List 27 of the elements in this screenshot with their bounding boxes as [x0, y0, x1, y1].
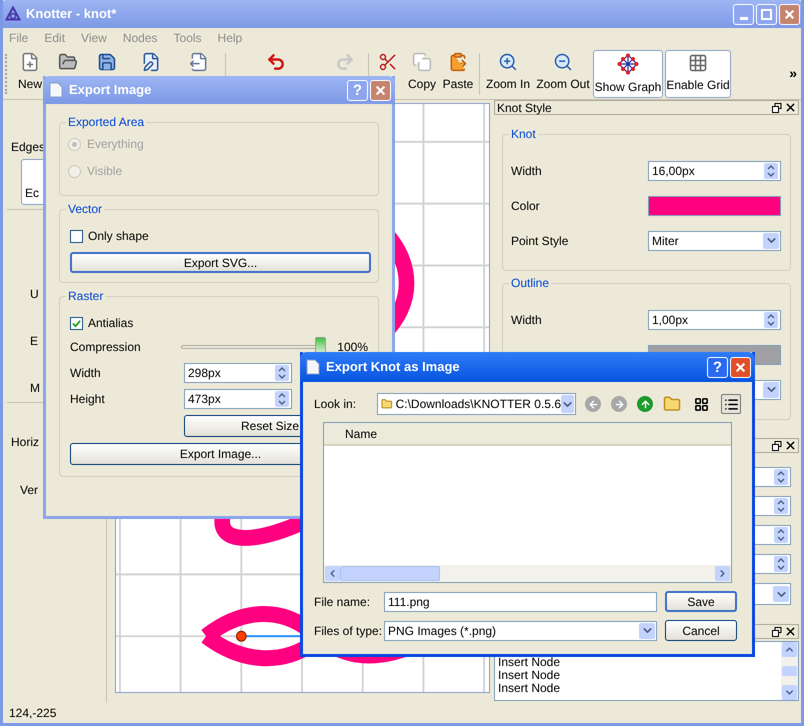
field-label: Compression	[70, 339, 142, 356]
group-title: Knot	[509, 127, 538, 141]
field-label: Look in:	[314, 396, 358, 413]
field-label: E	[30, 333, 38, 349]
dialog-title: Export Knot as Image	[326, 358, 461, 376]
field-label: Files of type:	[314, 622, 384, 640]
slider-value: 100%	[337, 339, 368, 356]
field-label: Width	[511, 312, 542, 328]
group-title: Outline	[509, 276, 552, 290]
group-title: Raster	[66, 289, 106, 303]
field-label: U	[30, 286, 39, 302]
window-title: Knotter - knot*	[26, 5, 118, 24]
field-label: Point Style	[511, 232, 568, 250]
field-label: Height	[70, 391, 106, 408]
field-label: M	[30, 380, 40, 396]
dialog-title: Export Image	[69, 81, 152, 100]
dock-title: Knot Style	[497, 102, 553, 114]
status-text: 124,-225	[9, 705, 56, 722]
field-label: Color	[511, 198, 540, 214]
field-label: Width	[70, 365, 102, 382]
group-title: Exported Area	[66, 115, 146, 129]
field-label: Width	[511, 162, 542, 180]
panel-title: Edges	[11, 139, 46, 156]
group-title: Vector	[66, 202, 104, 216]
field-label: File name:	[314, 594, 372, 610]
field-label: Ver	[20, 482, 38, 499]
field-label: Horiz	[11, 434, 40, 451]
